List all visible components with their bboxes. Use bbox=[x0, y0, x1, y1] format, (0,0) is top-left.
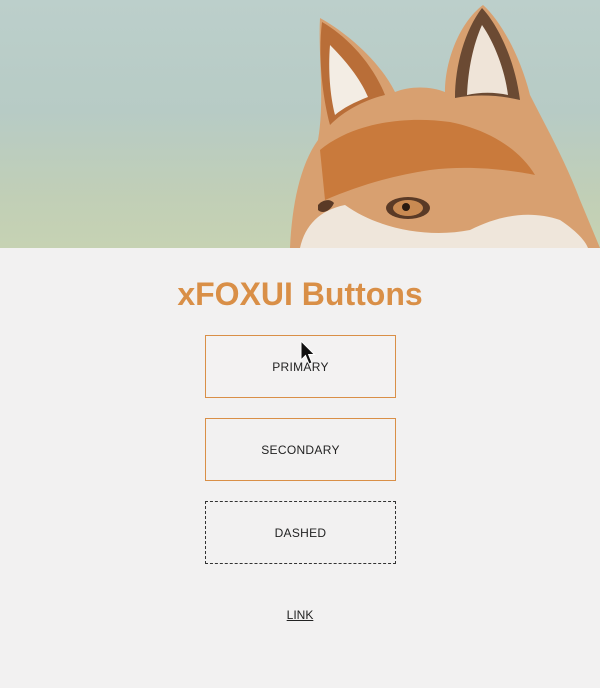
page-title: xFOXUI Buttons bbox=[177, 276, 423, 312]
secondary-button[interactable]: SECONDARY bbox=[205, 418, 396, 481]
secondary-button-label: SECONDARY bbox=[261, 442, 340, 457]
demo-page: xFOXUI Buttons PRIMARY SECONDARY DASHED … bbox=[0, 0, 600, 688]
dashed-button[interactable]: DASHED bbox=[205, 501, 396, 564]
mouse-pointer-icon bbox=[300, 340, 316, 365]
fox-hero-image bbox=[0, 0, 600, 248]
dashed-button-label: DASHED bbox=[274, 525, 327, 540]
link-button[interactable]: LINK bbox=[0, 608, 600, 622]
fox-photo-icon bbox=[290, 5, 600, 248]
